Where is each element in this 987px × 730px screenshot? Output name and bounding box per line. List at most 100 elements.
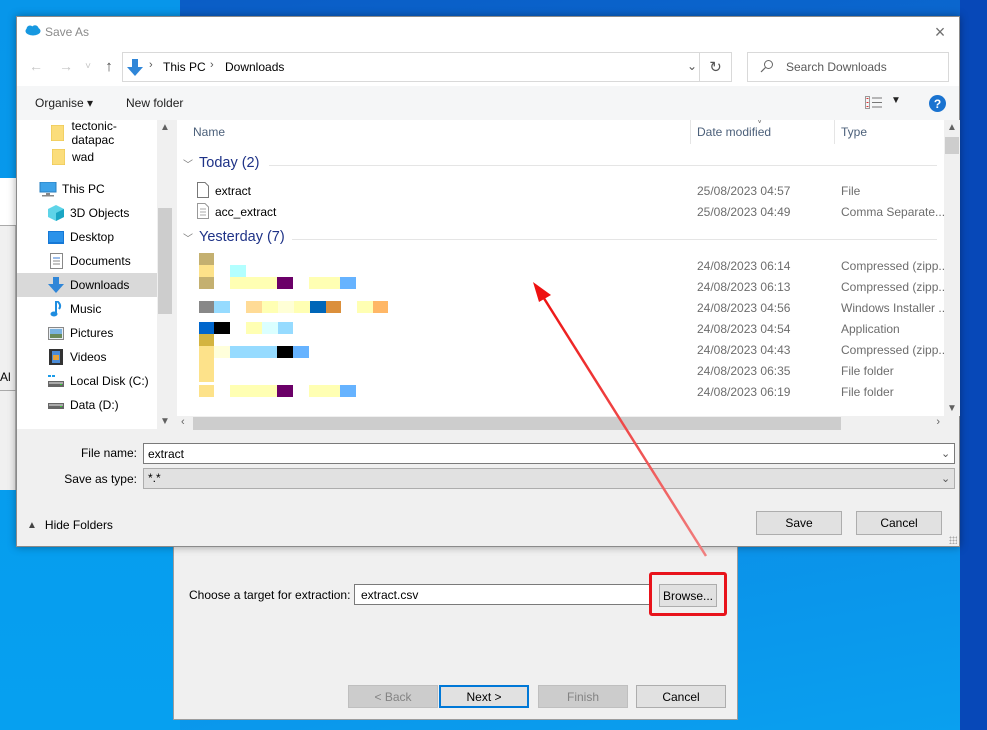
dialog-title: Save As bbox=[45, 25, 90, 39]
horizontal-scroll-thumb[interactable] bbox=[193, 417, 841, 430]
file-list: ˅ Name Date modified Type ﹀ Today (2) ex… bbox=[177, 120, 944, 416]
column-header-type[interactable]: Type bbox=[841, 120, 867, 144]
collapse-chevron-icon: ﹀ bbox=[183, 159, 193, 171]
scroll-left-arrow-icon[interactable]: ‹ bbox=[181, 416, 185, 428]
save-as-dialog: Save As × ← → ˅ ↑ › This PC › Downloads … bbox=[16, 16, 960, 547]
file-icon bbox=[197, 182, 209, 201]
nav-pane-scrollbar[interactable]: ▲ ▼ bbox=[157, 120, 173, 429]
save-as-type-dropdown-icon[interactable]: ⌄ bbox=[941, 472, 950, 485]
csv-file-icon bbox=[197, 203, 209, 222]
browse-highlight-box bbox=[649, 572, 727, 616]
search-input[interactable] bbox=[786, 58, 941, 76]
command-toolbar: Organise ▾ New folder ▼ ? bbox=[17, 86, 959, 120]
group-header-today[interactable]: ﹀ Today (2) bbox=[183, 155, 259, 171]
background-window: t Al bbox=[0, 178, 16, 490]
scroll-up-arrow-icon[interactable]: ▲ bbox=[157, 122, 173, 133]
pictures-icon bbox=[47, 325, 65, 341]
drive-icon bbox=[47, 397, 65, 413]
navigation-pane: tectonic-datapac wad This PC 3D Objects … bbox=[17, 120, 173, 429]
file-name-dropdown-icon[interactable]: ⌄ bbox=[941, 447, 950, 460]
address-dropdown-icon[interactable]: ⌄ bbox=[687, 59, 697, 73]
search-icon bbox=[760, 59, 774, 76]
folder-icon bbox=[49, 149, 67, 165]
file-row[interactable]: 24/08/2023 06:14 Compressed (zipp... bbox=[177, 255, 944, 289]
cancel-button[interactable]: Cancel bbox=[856, 511, 942, 535]
file-row[interactable]: 24/08/2023 04:56 Windows Installer ... bbox=[177, 297, 944, 318]
nav-item-wad[interactable]: wad bbox=[17, 145, 157, 169]
3d-objects-icon bbox=[47, 205, 65, 221]
file-row[interactable]: 24/08/2023 04:54 Application bbox=[177, 318, 944, 346]
search-box[interactable] bbox=[747, 52, 949, 82]
title-bar: Save As × bbox=[17, 17, 959, 48]
scroll-right-arrow-icon[interactable]: › bbox=[936, 416, 940, 428]
breadcrumb-downloads[interactable]: Downloads bbox=[225, 60, 284, 74]
nav-item-tectonic-datapac[interactable]: tectonic-datapac bbox=[17, 120, 157, 147]
nav-item-pictures[interactable]: Pictures bbox=[17, 321, 157, 345]
help-icon[interactable]: ? bbox=[929, 95, 946, 112]
back-button[interactable]: < Back bbox=[348, 685, 438, 708]
scroll-down-arrow-icon[interactable]: ▼ bbox=[944, 403, 960, 414]
resize-grip-icon[interactable] bbox=[949, 536, 957, 544]
nav-item-desktop[interactable]: Desktop bbox=[17, 225, 157, 249]
documents-icon bbox=[47, 253, 65, 269]
organise-button[interactable]: Organise ▾ bbox=[35, 96, 93, 110]
new-folder-button[interactable]: New folder bbox=[126, 96, 183, 110]
file-row[interactable]: acc_extract 25/08/2023 04:49 Comma Separ… bbox=[177, 201, 944, 222]
hide-folders-button[interactable]: ▲ Hide Folders bbox=[27, 518, 113, 532]
nav-pane-scroll-thumb[interactable] bbox=[158, 208, 172, 314]
column-header-name[interactable]: Name bbox=[193, 120, 225, 144]
breadcrumb-this-pc[interactable]: This PC bbox=[163, 60, 206, 74]
cloud-app-icon bbox=[25, 25, 41, 39]
next-button[interactable]: Next > bbox=[439, 685, 529, 708]
desktop-background-right bbox=[960, 0, 987, 730]
file-name-label: File name: bbox=[80, 446, 137, 460]
finish-button[interactable]: Finish bbox=[538, 685, 628, 708]
file-list-horizontal-scrollbar[interactable]: ‹ › bbox=[177, 416, 944, 431]
file-row[interactable]: 24/08/2023 06:19 File folder bbox=[177, 381, 944, 402]
nav-item-local-disk-c[interactable]: Local Disk (C:) bbox=[17, 369, 157, 393]
file-row[interactable]: 24/08/2023 06:35 File folder bbox=[177, 358, 944, 382]
nav-item-3d-objects[interactable]: 3D Objects bbox=[17, 201, 157, 225]
nav-item-downloads[interactable]: Downloads bbox=[17, 273, 157, 297]
nav-item-data-d[interactable]: Data (D:) bbox=[17, 393, 157, 417]
downloads-icon bbox=[47, 276, 65, 293]
file-row[interactable]: 24/08/2023 04:43 Compressed (zipp... bbox=[177, 339, 944, 360]
local-disk-icon bbox=[47, 373, 65, 389]
wizard-cancel-button[interactable]: Cancel bbox=[636, 685, 726, 708]
recent-locations-icon[interactable]: ˅ bbox=[79, 57, 97, 75]
up-arrow-icon[interactable]: ↑ bbox=[100, 57, 118, 75]
folder-icon bbox=[49, 125, 66, 141]
vertical-scroll-thumb[interactable] bbox=[945, 137, 959, 154]
file-list-vertical-scrollbar[interactable]: ▲ ▼ bbox=[944, 120, 960, 416]
scroll-up-arrow-icon[interactable]: ▲ bbox=[944, 122, 960, 133]
target-label: Choose a target for extraction: bbox=[189, 588, 351, 602]
nav-item-music[interactable]: Music bbox=[17, 297, 157, 321]
scroll-down-arrow-icon[interactable]: ▼ bbox=[157, 416, 173, 427]
background-window-text: t Al bbox=[0, 370, 11, 384]
view-details-icon[interactable] bbox=[865, 96, 882, 112]
breadcrumb-separator: › bbox=[149, 59, 153, 71]
back-arrow-icon[interactable]: ← bbox=[27, 57, 45, 75]
forward-arrow-icon[interactable]: → bbox=[57, 57, 75, 75]
nav-item-this-pc[interactable]: This PC bbox=[17, 177, 157, 201]
music-icon bbox=[47, 301, 65, 317]
nav-item-videos[interactable]: Videos bbox=[17, 345, 157, 369]
save-as-type-label: Save as type: bbox=[64, 472, 137, 486]
close-icon[interactable]: × bbox=[929, 21, 951, 43]
extraction-wizard: Choose a target for extraction: Browse..… bbox=[173, 540, 738, 720]
chevron-up-icon: ▲ bbox=[27, 519, 37, 531]
group-header-yesterday[interactable]: ﹀ Yesterday (7) bbox=[183, 229, 285, 245]
column-header-date-modified[interactable]: Date modified bbox=[697, 120, 771, 144]
file-row[interactable]: extract 25/08/2023 04:57 File bbox=[177, 180, 944, 201]
file-row[interactable]: 24/08/2023 06:13 Compressed (zipp... bbox=[177, 276, 944, 297]
desktop-icon bbox=[47, 229, 65, 245]
collapse-chevron-icon: ﹀ bbox=[183, 233, 193, 245]
address-bar[interactable]: › This PC › Downloads ⌄ ↻ bbox=[122, 52, 732, 82]
file-name-input[interactable] bbox=[143, 443, 955, 464]
refresh-icon[interactable]: ↻ bbox=[699, 53, 731, 81]
nav-item-documents[interactable]: Documents bbox=[17, 249, 157, 273]
view-dropdown-icon[interactable]: ▼ bbox=[891, 95, 901, 106]
save-button[interactable]: Save bbox=[756, 511, 842, 535]
target-input[interactable] bbox=[354, 584, 652, 605]
save-as-type-select[interactable]: *.* bbox=[143, 468, 955, 489]
